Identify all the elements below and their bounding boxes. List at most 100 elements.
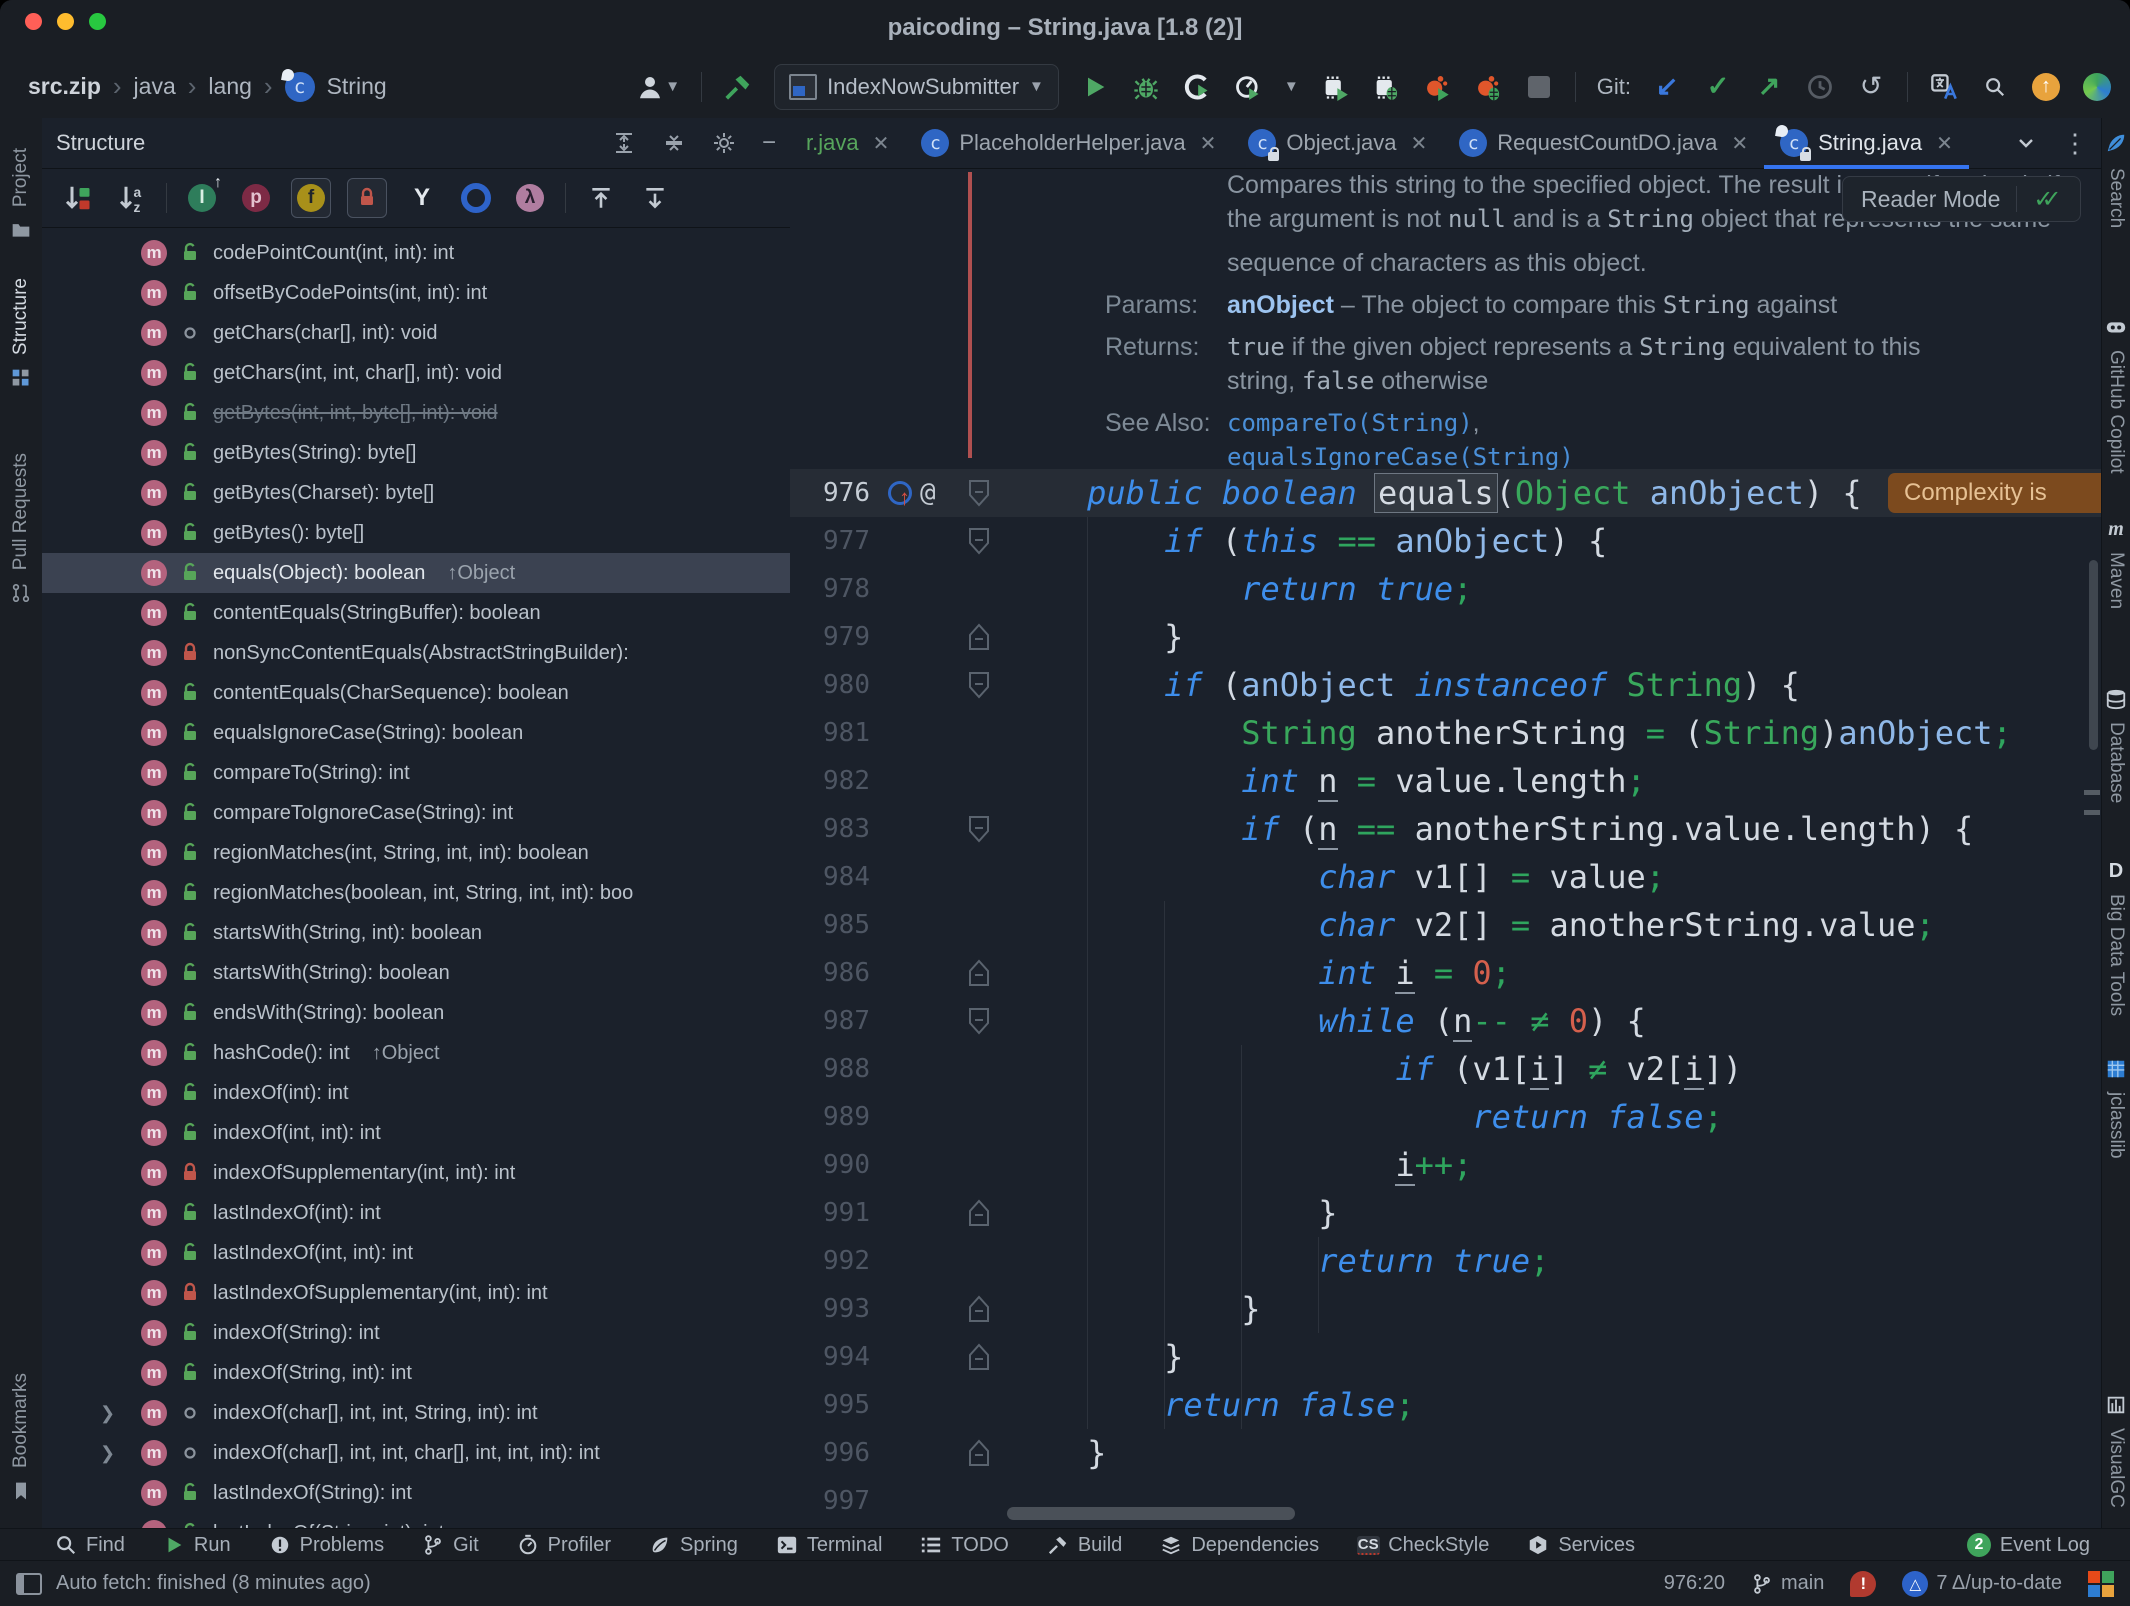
code-line-994[interactable]: 994 } — [790, 1333, 2102, 1381]
tool-window-bar-terminal[interactable]: Terminal — [776, 1534, 882, 1557]
undo-icon[interactable]: ↺ — [1856, 70, 1886, 104]
structure-item[interactable]: m indexOfSupplementary(int, int): int — [42, 1153, 790, 1193]
code-line-996[interactable]: 996 } — [790, 1429, 2102, 1477]
structure-item[interactable]: m startsWith(String, int): boolean — [42, 913, 790, 953]
sort-alphabetically-icon[interactable]: az — [112, 179, 150, 217]
tool-window-button-database[interactable]: Database — [2102, 688, 2130, 803]
code-line-986[interactable]: 986 int i = 0; — [790, 949, 2102, 997]
structure-item[interactable]: m indexOf(String, int): int — [42, 1353, 790, 1393]
close-tab-icon[interactable]: ✕ — [873, 131, 890, 156]
debug-icon[interactable] — [1131, 70, 1161, 104]
tool-window-bar-find[interactable]: Find — [55, 1534, 125, 1557]
editor-tab-PlaceholderHelper.java[interactable]: c PlaceholderHelper.java ✕ — [905, 118, 1232, 168]
structure-item[interactable]: m getBytes(String): byte[] — [42, 433, 790, 473]
structure-item[interactable]: m codePointCount(int, int): int — [42, 233, 790, 273]
build-hammer-icon[interactable] — [723, 70, 753, 104]
show-anonymous-icon[interactable]: Y — [403, 179, 441, 217]
tool-window-button-github-copilot[interactable]: GitHub Copilot — [2102, 316, 2130, 474]
git-push-icon[interactable]: ↗ — [1754, 70, 1784, 104]
fold-region-start-icon[interactable] — [966, 671, 992, 699]
code-line-990[interactable]: 990 i++; — [790, 1141, 2102, 1189]
sync-status-widget[interactable]: △ 7 Δ/up-to-date — [1902, 1570, 2062, 1597]
chip-debug-icon[interactable] — [1371, 70, 1401, 104]
breadcrumb[interactable]: src.zip › java › lang › c String — [0, 67, 387, 102]
plugin-squares-icon[interactable] — [2088, 1570, 2114, 1597]
tool-window-button-project[interactable]: Project — [0, 148, 42, 241]
show-properties-icon[interactable]: p — [237, 179, 275, 217]
tool-window-button-big-data-tools[interactable]: D Big Data Tools — [2102, 860, 2130, 1017]
code-line-997[interactable]: 997 — [790, 1477, 2102, 1525]
collapse-all-icon[interactable] — [662, 131, 686, 155]
tool-window-bar-spring[interactable]: Spring — [649, 1534, 738, 1557]
hidden-tabs-chevron-icon[interactable] — [2014, 131, 2038, 155]
editor-tab-r.java[interactable]: r.java ✕ — [790, 118, 905, 168]
structure-item[interactable]: m offsetByCodePoints(int, int): int — [42, 273, 790, 313]
tool-window-button-search[interactable]: Search — [2102, 168, 2130, 228]
structure-item[interactable]: m compareToIgnoreCase(String): int — [42, 793, 790, 833]
breadcrumb-item[interactable]: lang — [208, 73, 251, 100]
fold-region-end-icon[interactable] — [966, 1439, 992, 1467]
tool-window-bar-todo[interactable]: TODO — [920, 1534, 1009, 1557]
double-check-icon[interactable]: ✓✓ — [2033, 185, 2061, 214]
close-tab-icon[interactable]: ✕ — [1410, 131, 1427, 156]
editor-tab-Object.java[interactable]: c Object.java ✕ — [1232, 118, 1443, 168]
structure-item[interactable]: m compareTo(String): int — [42, 753, 790, 793]
complexity-inlay-hint[interactable]: Complexity is — [1888, 473, 2102, 513]
structure-item[interactable]: m contentEquals(CharSequence): boolean — [42, 673, 790, 713]
fold-region-end-icon[interactable] — [966, 1295, 992, 1323]
structure-item[interactable]: m equalsIgnoreCase(String): boolean — [42, 713, 790, 753]
git-update-icon[interactable]: ↙ — [1652, 70, 1682, 104]
hide-icon[interactable]: − — [762, 129, 776, 157]
coverage-icon[interactable] — [1182, 70, 1212, 104]
code-line-978[interactable]: 978 return true; — [790, 565, 2102, 613]
close-tab-icon[interactable]: ✕ — [1936, 131, 1953, 156]
structure-item[interactable]: m lastIndexOf(String, int): int — [42, 1513, 790, 1528]
code-line-991[interactable]: 991 } — [790, 1189, 2102, 1237]
fold-region-end-icon[interactable] — [966, 623, 992, 651]
structure-item[interactable]: m getChars(char[], int): void — [42, 313, 790, 353]
tool-window-bar-profiler[interactable]: Profiler — [517, 1534, 611, 1557]
code-line-977[interactable]: 977 if (this == anObject) { — [790, 517, 2102, 565]
tool-window-button-visualgc[interactable]: VisualGC — [2102, 1394, 2130, 1508]
stop-icon[interactable] — [1524, 70, 1554, 104]
git-branch-widget[interactable]: main — [1751, 1572, 1824, 1595]
profiler-icon[interactable] — [1233, 70, 1263, 104]
close-tab-icon[interactable]: ✕ — [1731, 131, 1748, 156]
error-stripe-mark[interactable] — [2084, 810, 2100, 815]
breadcrumb-item[interactable]: String — [327, 73, 387, 100]
doc-link[interactable]: equalsIgnoreCase(String) — [1227, 443, 1574, 471]
tool-window-bar-git[interactable]: Git — [422, 1534, 479, 1557]
structure-item[interactable]: m lastIndexOf(String): int — [42, 1473, 790, 1513]
show-inherited-icon[interactable]: I ↑ — [183, 174, 222, 217]
close-tab-icon[interactable]: ✕ — [1200, 131, 1217, 156]
code-line-980[interactable]: 980 if (anObject instanceof String) { — [790, 661, 2102, 709]
tool-window-bar-build[interactable]: Build — [1047, 1534, 1122, 1557]
code-line-995[interactable]: 995 return false; — [790, 1381, 2102, 1429]
structure-item[interactable]: ❯ m indexOf(char[], int, int, char[], in… — [42, 1433, 790, 1473]
structure-item[interactable]: m startsWith(String): boolean — [42, 953, 790, 993]
structure-item[interactable]: m nonSyncContentEquals(AbstractStringBui… — [42, 633, 790, 673]
tool-window-button-jclasslib[interactable]: jclasslib — [2102, 1058, 2130, 1159]
autoscroll-from-source-icon[interactable] — [582, 179, 620, 217]
tool-window-button-bookmarks[interactable]: Bookmarks — [0, 1373, 42, 1502]
fold-region-end-icon[interactable] — [966, 959, 992, 987]
expand-all-icon[interactable] — [612, 131, 636, 155]
fold-region-start-icon[interactable] — [966, 815, 992, 843]
code-line-988[interactable]: 988 if (v1[i] ≠ v2[i]) — [790, 1045, 2102, 1093]
plugin-sphere-icon[interactable] — [2082, 70, 2112, 104]
vertical-scrollbar[interactable] — [2089, 560, 2098, 750]
code-line-993[interactable]: 993 } — [790, 1285, 2102, 1333]
show-fields-icon[interactable]: f — [291, 178, 331, 218]
structure-item[interactable]: m endsWith(String): boolean — [42, 993, 790, 1033]
flame-run-icon[interactable] — [1422, 70, 1452, 104]
settings-gear-icon[interactable] — [712, 131, 736, 155]
breadcrumb-item[interactable]: src.zip — [28, 73, 101, 100]
structure-item[interactable]: ❯ m indexOf(char[], int, int, String, in… — [42, 1393, 790, 1433]
fold-region-end-icon[interactable] — [966, 1343, 992, 1371]
caret-position[interactable]: 976:20 — [1664, 1572, 1725, 1595]
structure-item[interactable]: m equals(Object): boolean ↑Object — [42, 553, 790, 593]
tool-window-bar-event-log[interactable]: 2 Event Log — [1966, 1533, 2090, 1557]
update-available-icon[interactable]: ↑ — [2031, 70, 2061, 104]
structure-item[interactable]: m getBytes(): byte[] — [42, 513, 790, 553]
breadcrumb-item[interactable]: java — [134, 73, 176, 100]
